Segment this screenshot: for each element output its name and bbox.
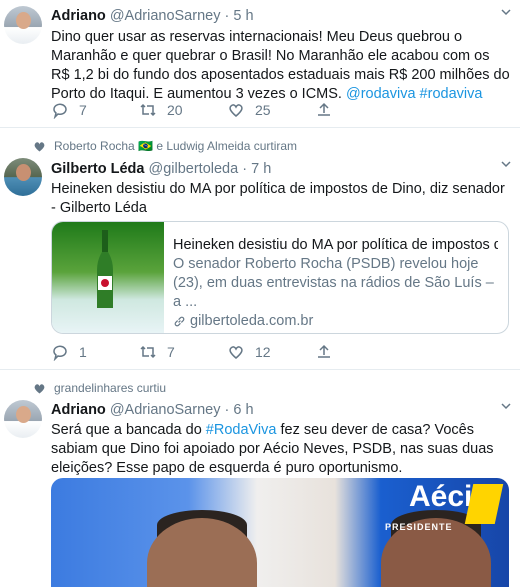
author-name[interactable]: Gilberto Léda: [51, 161, 144, 177]
avatar[interactable]: [4, 158, 42, 196]
author-name[interactable]: Adriano: [51, 402, 106, 418]
card-url: gilbertoleda.com.br: [173, 312, 498, 331]
social-context: Roberto Rocha 🇧🇷 e Ludwig Almeida curtir…: [33, 139, 297, 153]
author-handle[interactable]: @AdrianoSarney: [110, 402, 221, 418]
chevron-down-icon[interactable]: [500, 400, 512, 415]
like-button[interactable]: 12: [227, 343, 315, 361]
separator: ·: [224, 8, 230, 24]
avatar[interactable]: [4, 400, 42, 438]
social-context: grandelinhares curtiu: [33, 381, 166, 395]
heart-icon: [34, 141, 45, 152]
share-icon: [318, 102, 330, 116]
avatar[interactable]: [4, 6, 42, 44]
author-handle[interactable]: @AdrianoSarney: [110, 8, 221, 24]
reply-count: 7: [79, 102, 87, 118]
tweet-text: Será que a bancada do #RodaViva fez seu …: [51, 421, 512, 478]
chevron-down-icon[interactable]: [500, 6, 512, 21]
heart-icon: [34, 383, 45, 394]
reply-button[interactable]: 7: [51, 101, 139, 119]
reply-icon: [53, 345, 67, 361]
like-count: 25: [255, 102, 271, 118]
tweet-actions: 1 7 12: [51, 343, 403, 361]
poster-subtext: PRESIDENTE: [385, 522, 453, 532]
card-title: Heineken desistiu do MA por política de …: [173, 237, 498, 253]
tweet-text: Dino quer usar as reservas internacionai…: [51, 28, 512, 104]
retweet-button[interactable]: 7: [139, 343, 227, 361]
reply-icon: [53, 103, 67, 119]
beer-bottle-image: [97, 230, 113, 308]
social-context-text[interactable]: grandelinhares curtiu: [54, 381, 166, 395]
tweet-2[interactable]: Roberto Rocha 🇧🇷 e Ludwig Almeida curtir…: [0, 129, 520, 370]
separator: ·: [242, 161, 248, 177]
timestamp[interactable]: 6 h: [233, 402, 253, 418]
retweet-count: 7: [167, 344, 175, 360]
retweet-icon: [140, 345, 156, 359]
separator: ·: [224, 402, 230, 418]
tweet-header: Gilberto Léda @gilbertoleda · 7 h: [51, 160, 512, 178]
like-icon: [229, 104, 243, 117]
retweet-icon: [140, 103, 156, 117]
share-icon: [318, 344, 330, 358]
like-count: 12: [255, 344, 271, 360]
tweet-text-before: Será que a bancada do: [51, 422, 206, 438]
like-button[interactable]: 25: [227, 101, 315, 119]
hashtag-link[interactable]: #RodaViva: [206, 422, 277, 438]
tweet-header: Adriano @AdrianoSarney · 5 h: [51, 7, 512, 25]
reply-count: 1: [79, 344, 87, 360]
link-card[interactable]: Heineken desistiu do MA por política de …: [51, 221, 509, 334]
hashtag-link[interactable]: @rodaviva #rodaviva: [346, 86, 482, 102]
reply-button[interactable]: 1: [51, 343, 139, 361]
like-icon: [229, 346, 243, 359]
retweet-button[interactable]: 20: [139, 101, 227, 119]
retweet-count: 20: [167, 102, 183, 118]
share-button[interactable]: [315, 101, 403, 119]
tweet-media-photo[interactable]: Aécio PRESIDENTE: [51, 478, 509, 587]
share-button[interactable]: [315, 343, 403, 361]
link-icon: [174, 316, 185, 327]
timestamp[interactable]: 7 h: [251, 161, 271, 177]
tweet-actions: 7 20 25: [51, 101, 403, 119]
social-context-text[interactable]: Roberto Rocha 🇧🇷 e Ludwig Almeida curtir…: [54, 139, 297, 153]
card-content: Heineken desistiu do MA por política de …: [173, 236, 498, 331]
author-handle[interactable]: @gilbertoleda: [149, 161, 239, 177]
timestamp[interactable]: 5 h: [233, 8, 253, 24]
campaign-poster: Aécio PRESIDENTE: [363, 478, 504, 538]
card-thumbnail: [52, 222, 164, 333]
author-name[interactable]: Adriano: [51, 8, 106, 24]
tweet-text: Heineken desistiu do MA por política de …: [51, 181, 505, 216]
card-description: O senador Roberto Rocha (PSDB) revelou h…: [173, 256, 494, 310]
chevron-down-icon[interactable]: [500, 158, 512, 173]
tweet-header: Adriano @AdrianoSarney · 6 h: [51, 401, 512, 419]
tweet-1[interactable]: Adriano @AdrianoSarney · 5 h Dino quer u…: [0, 0, 520, 128]
card-url-text: gilbertoleda.com.br: [190, 313, 314, 329]
